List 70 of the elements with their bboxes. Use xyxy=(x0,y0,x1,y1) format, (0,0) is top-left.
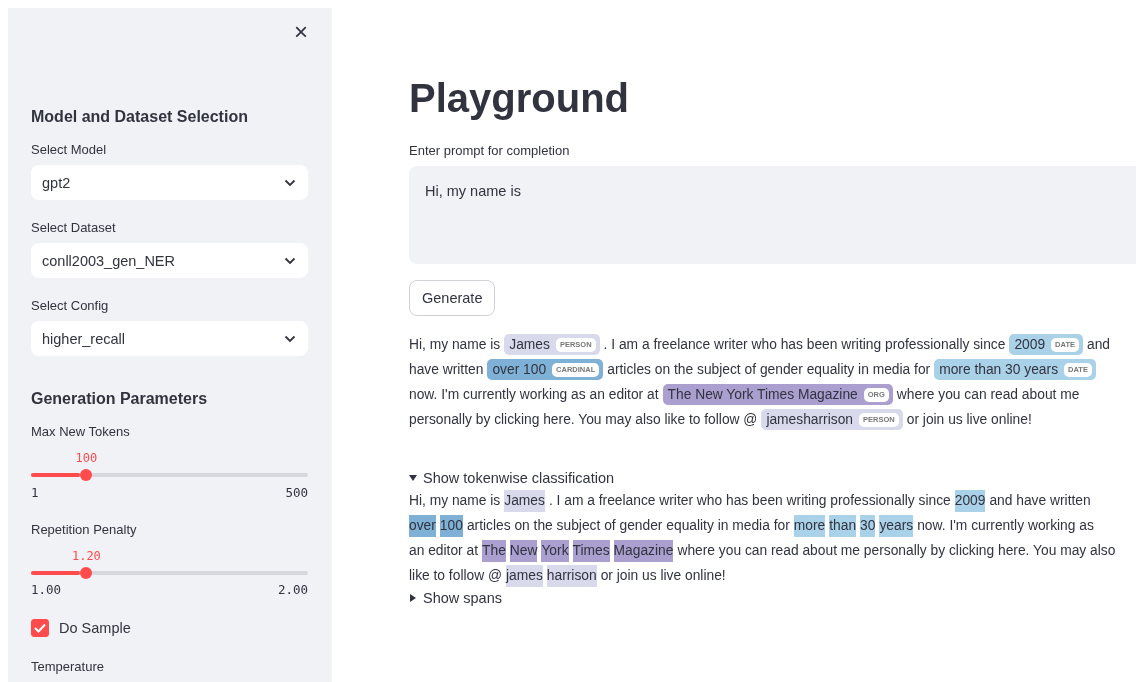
field-label: Enter prompt for completion xyxy=(409,143,571,158)
entity-text: more than 30 years xyxy=(939,361,1059,379)
paragraph-text: where you can read about me personally by clicking here. You may also xyxy=(677,541,1116,560)
chevron-down-icon xyxy=(284,178,296,187)
select-dropdown[interactable]: gpt2 xyxy=(31,165,308,200)
paragraph-text: an editor at xyxy=(409,541,479,560)
paragraph-text: now. I'm currently working as an editor at xyxy=(409,387,659,402)
triangle-down-icon xyxy=(409,474,417,482)
triangle-right-icon xyxy=(409,594,417,602)
highlighted-token: 30 xyxy=(860,514,876,537)
paragraph-text: or join us live online! xyxy=(600,566,726,585)
section-heading: Generation Parameters xyxy=(31,390,209,408)
paragraph-text: . I am a freelance writer who has been writing professionally since xyxy=(548,491,951,510)
highlighted-token: 2009 xyxy=(954,489,986,512)
select-dropdown[interactable]: higher_recall xyxy=(31,321,308,356)
slider-label: Repetition Penalty xyxy=(31,521,138,537)
highlighted-token: more xyxy=(793,514,826,537)
close-button[interactable]: × xyxy=(294,20,308,44)
slider-max: 500 xyxy=(285,484,308,500)
paragraph-text: have written xyxy=(409,362,484,377)
entity-text: 2009 xyxy=(1014,336,1046,354)
generate-button[interactable]: Generate xyxy=(409,280,496,316)
field-label: Select Dataset xyxy=(31,220,117,235)
paragraph-text: articles on the subject of gender equality in media for xyxy=(466,516,790,535)
highlighted-token: years xyxy=(879,514,914,537)
paragraph-text: articles on the subject of gender equality in media for xyxy=(607,362,931,377)
slider-thumb[interactable] xyxy=(80,469,93,481)
highlighted-token: Magazine xyxy=(613,539,674,562)
paragraph-text: now. I'm currently working as xyxy=(917,516,1094,535)
expander-toggle[interactable]: Show spans xyxy=(409,590,502,606)
paragraph-text: where you can read about me xyxy=(896,387,1080,402)
paragraph-text: personally by clicking here. You may also like to follow @ xyxy=(409,412,758,427)
expander-toggle[interactable]: Show tokenwise classification xyxy=(409,470,614,486)
highlighted-token: James xyxy=(504,489,545,512)
slider-max: 2.00 xyxy=(277,582,308,597)
highlighted-token: York xyxy=(541,539,569,562)
page-title: Playground xyxy=(409,76,631,121)
paragraph-text: and xyxy=(1087,337,1110,352)
slider-value: 100 xyxy=(75,451,98,465)
prompt-textarea[interactable]: Hi, my name is xyxy=(409,166,1136,264)
highlighted-token: harrison xyxy=(546,564,597,587)
paragraph-text: . I am a freelance writer who has been writing professionally since xyxy=(603,337,1006,352)
field-label: Temperature xyxy=(31,659,105,674)
field-label: Select Model xyxy=(31,142,108,157)
select-dropdown[interactable]: conll2003_gen_NER xyxy=(31,243,308,278)
entity-text: jamesharrison xyxy=(766,411,854,429)
entity-text: over 100 xyxy=(492,361,547,379)
slider-label: Max New Tokens xyxy=(31,424,131,439)
chevron-down-icon xyxy=(284,334,296,343)
checkbox[interactable] xyxy=(31,619,49,637)
highlighted-token: over xyxy=(409,514,436,537)
section-heading: Model and Dataset Selection xyxy=(31,108,249,126)
slider-thumb[interactable] xyxy=(80,566,93,579)
slider-min: 1.00 xyxy=(31,582,62,597)
paragraph-text: Hi, my name is xyxy=(409,491,501,510)
slider-min: 1 xyxy=(31,484,39,500)
highlighted-token: The xyxy=(482,539,506,562)
chevron-down-icon xyxy=(284,256,296,265)
paragraph-text: Hi, my name is xyxy=(409,337,501,352)
highlighted-token: than xyxy=(829,514,857,537)
paragraph-text: and have written xyxy=(989,491,1091,510)
entity-text: James xyxy=(509,336,550,354)
checkbox-label: Do Sample xyxy=(59,620,131,636)
paragraph-text: or join us live online! xyxy=(906,412,1032,427)
paragraph-text: like to follow @ xyxy=(409,566,502,585)
highlighted-token: 100 xyxy=(439,514,463,537)
highlighted-token: james xyxy=(506,564,543,587)
slider-value: 1.20 xyxy=(71,548,101,563)
field-label: Select Config xyxy=(31,298,110,313)
entity-text: The New York Times Magazine xyxy=(667,386,858,404)
